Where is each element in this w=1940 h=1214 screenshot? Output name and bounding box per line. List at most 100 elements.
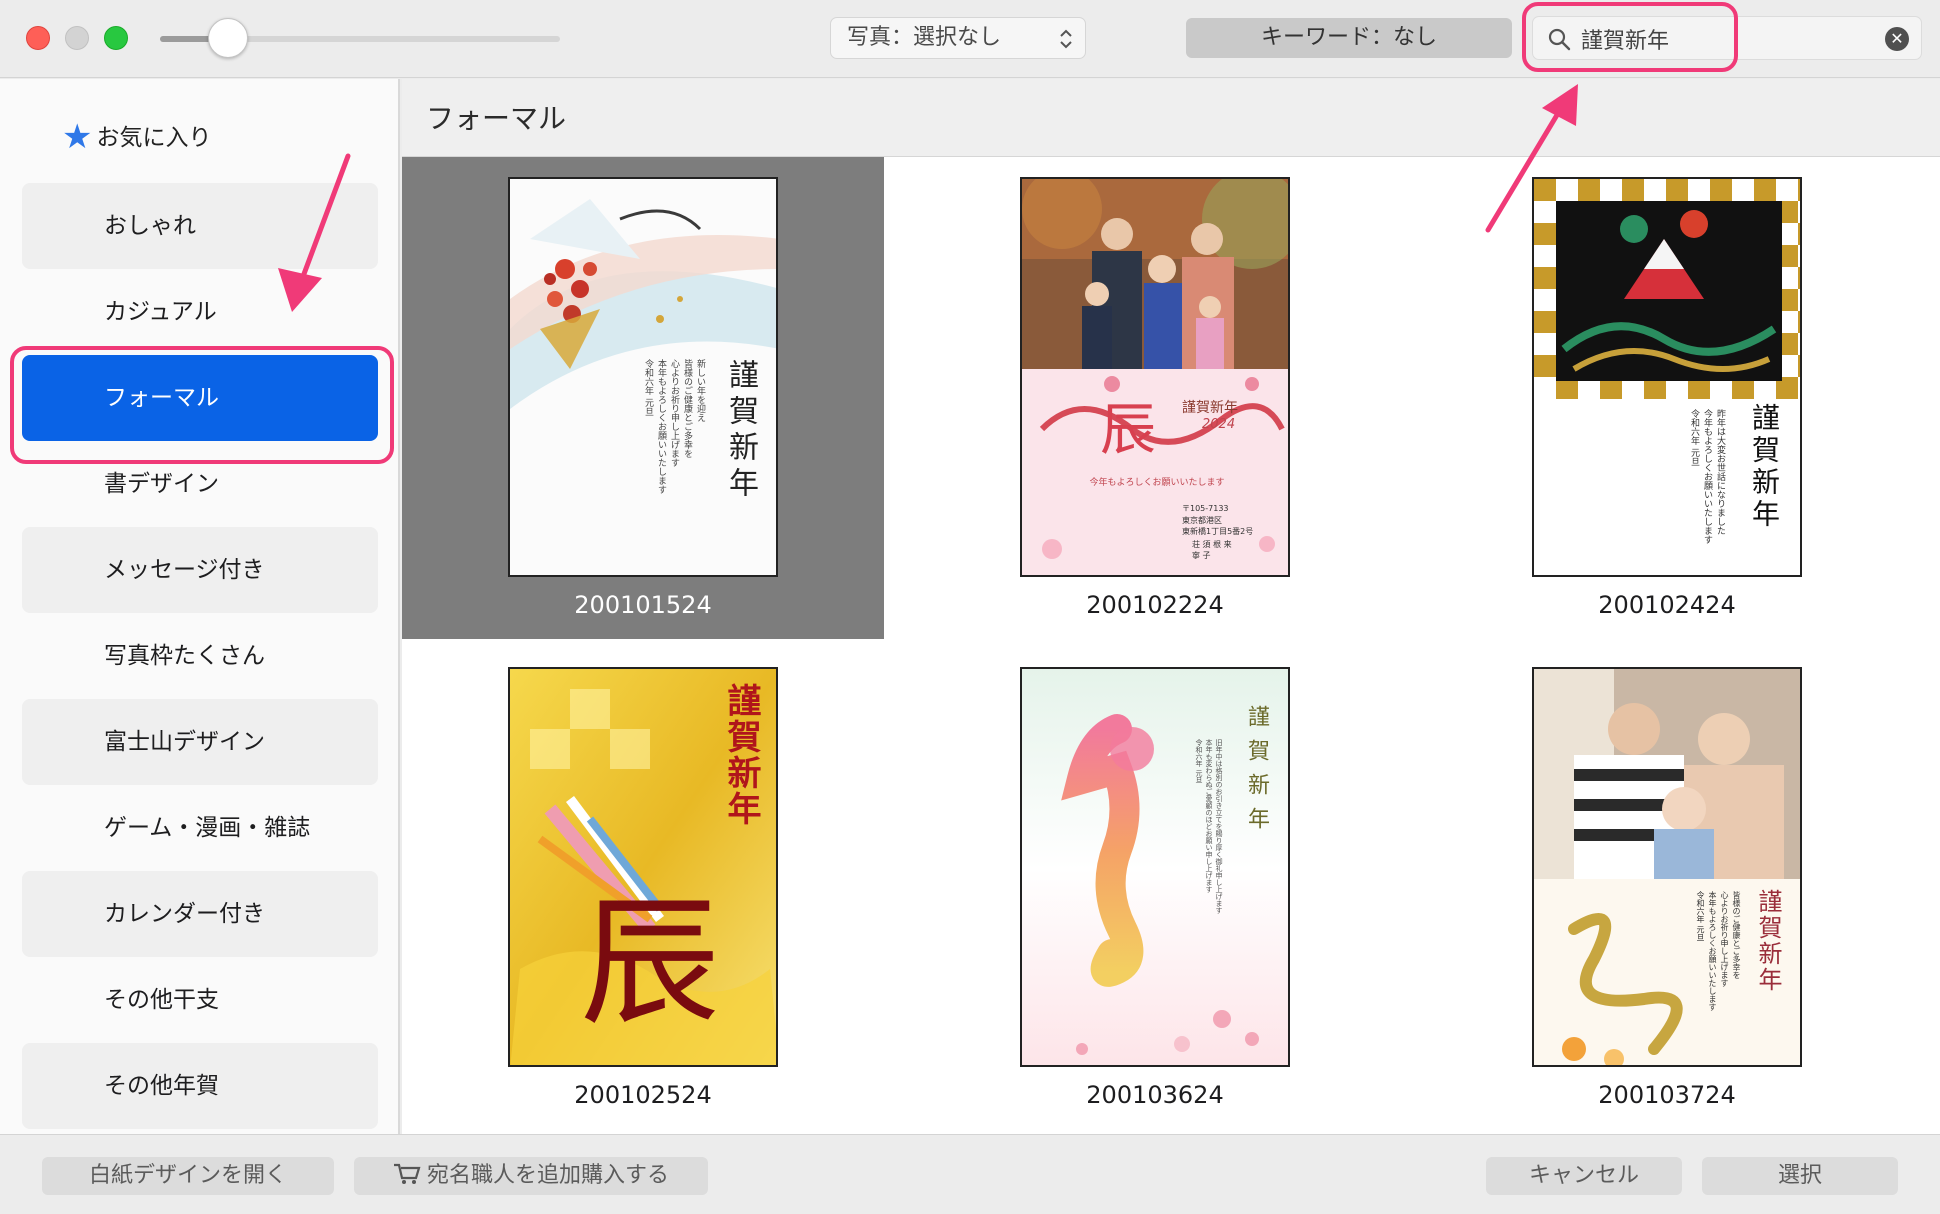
sidebar-item-label: その他年賀: [104, 1073, 219, 1099]
sidebar-item-label: ゲーム・漫画・雑誌: [104, 815, 311, 841]
design-thumbnail: 謹賀新年 皆様のご健康とご多幸を 心よりお祈り申し上げます 本年もよろしくお願い…: [1532, 667, 1802, 1067]
sidebar-item-oshare[interactable]: おしゃれ: [22, 183, 378, 269]
sidebar-item-other-newyear[interactable]: その他年賀: [22, 1043, 378, 1129]
star-icon: ★: [62, 117, 93, 157]
checker-square: [1534, 355, 1556, 377]
design-id: 200102524: [574, 1081, 712, 1109]
card-greeting: 謹賀新年: [1182, 400, 1238, 416]
search-input[interactable]: [1581, 23, 1861, 55]
design-tile[interactable]: 謹賀新年 新しい年を迎え 皆様のご健康とご多幸を 心よりお祈り申し上げます 本年…: [402, 157, 884, 639]
design-thumbnail: 謹賀新年 旧年中は格別のお引き立てを賜り厚く御礼申し上げます 本年も変わらぬご愛…: [1020, 667, 1290, 1067]
keyword-filter-button[interactable]: キーワード：なし: [1186, 18, 1512, 58]
design-tile[interactable]: 謹賀新年 昨年は大変お世話になりました 今年もよろしくお願いいたします 令和六年…: [1426, 157, 1908, 639]
design-id: 200101524: [574, 591, 712, 619]
sidebar-item-label: メッセージ付き: [104, 557, 265, 583]
search-field[interactable]: ✕: [1532, 16, 1922, 60]
search-icon: [1548, 28, 1571, 51]
photo-filter-value: 写真：選択なし: [847, 25, 1002, 50]
sidebar-item-label: カジュアル: [104, 299, 217, 325]
category-header: フォーマル: [402, 79, 1940, 157]
sidebar-item-label: フォーマル: [104, 385, 219, 411]
card-message: 新しい年を迎え 皆様のご健康とご多幸を 心よりお祈り申し上げます 本年もよろしく…: [643, 359, 705, 494]
card-greeting: 謹賀新年: [1244, 705, 1269, 841]
card-artwork: [1534, 669, 1800, 1065]
checker-square: [1534, 223, 1556, 245]
checker-square: [1710, 179, 1732, 201]
sidebar-favorites[interactable]: ★ お気に入り: [62, 117, 211, 157]
sidebar-item-other-zodiac[interactable]: その他干支: [22, 957, 378, 1043]
design-id: 200103624: [1086, 1081, 1224, 1109]
select-button[interactable]: 選択: [1702, 1157, 1898, 1195]
card-greeting: 謹賀新年: [1748, 403, 1781, 531]
sidebar-item-casual[interactable]: カジュアル: [22, 269, 378, 355]
checker-square: [1798, 355, 1800, 377]
sidebar-item-label: その他干支: [104, 987, 219, 1013]
sidebar-item-game-manga[interactable]: ゲーム・漫画・雑誌: [22, 785, 378, 871]
card-names: 荘 須 根 来 寧 子: [1192, 540, 1232, 560]
sidebar-item-label: カレンダー付き: [104, 901, 265, 927]
sidebar-item-label: 書デザイン: [104, 471, 219, 497]
card-address: 東京都港区 東新橋1丁目5番2号: [1182, 516, 1254, 536]
design-tile[interactable]: 謹賀新年 皆様のご健康とご多幸を 心よりお祈り申し上げます 本年もよろしくお願い…: [1426, 647, 1908, 1129]
favorites-label: お気に入り: [96, 125, 212, 151]
card-year: 2024: [1202, 417, 1236, 432]
design-thumbnail: 謹賀新年 新しい年を迎え 皆様のご健康とご多幸を 心よりお祈り申し上げます 本年…: [508, 177, 778, 577]
checker-square: [1798, 267, 1800, 289]
sidebar-item-calligraphy[interactable]: 書デザイン: [22, 441, 378, 527]
card-message: 旧年中は格別のお引き立てを賜り厚く御礼申し上げます 本年も変わらぬご愛顧のほどお…: [1195, 739, 1223, 914]
design-grid: 謹賀新年 新しい年を迎え 皆様のご健康とご多幸を 心よりお祈り申し上げます 本年…: [402, 157, 1940, 1134]
checker-square: [1534, 311, 1556, 333]
card-message: 皆様のご健康とご多幸を 心よりお祈り申し上げます 本年もよろしくお願いいたします…: [1696, 891, 1741, 1011]
toolbar: 写真：選択なし キーワード：なし ✕: [0, 0, 1940, 78]
open-blank-design-button[interactable]: 白紙デザインを開く: [42, 1157, 334, 1195]
design-thumbnail: 辰 謹賀新年 2024 今年もよろしくお願いいたします 〒105-7133 東京…: [1020, 177, 1290, 577]
checker-square: [1666, 179, 1688, 201]
window-minimize-button[interactable]: [65, 26, 89, 50]
sidebar-item-photo-frames[interactable]: 写真枠たくさん: [22, 613, 378, 699]
checker-square: [1622, 179, 1644, 201]
card-line: 今年もよろしくお願いいたします: [1089, 478, 1225, 488]
chevron-updown-icon: [1059, 18, 1073, 57]
slider-knob[interactable]: [208, 18, 248, 58]
checker-square: [1534, 179, 1556, 201]
checker-square: [1754, 179, 1776, 201]
sidebar-item-calendar[interactable]: カレンダー付き: [22, 871, 378, 957]
design-id: 200102224: [1086, 591, 1224, 619]
design-tile[interactable]: 辰 謹賀新年 200102524: [402, 647, 884, 1129]
sidebar-item-label: おしゃれ: [104, 213, 196, 239]
checker-square: [1798, 311, 1800, 333]
category-sidebar: ★ お気に入り おしゃれ カジュアル フォーマル 書デザイン メッセージ付き 写真…: [0, 79, 400, 1134]
card-message: 昨年は大変お世話になりました 今年もよろしくお願いいたします 令和六年 元旦: [1689, 409, 1725, 544]
design-browser: フォーマル 謹賀新年 新しい年を迎え 皆様のご健康とご多幸を 心よりお祈り申し上…: [402, 79, 1940, 1134]
design-thumbnail: 辰 謹賀新年: [508, 667, 778, 1067]
clear-search-icon[interactable]: ✕: [1885, 27, 1909, 51]
window-close-button[interactable]: [26, 26, 50, 50]
card-dragon-kanji: 辰: [580, 882, 721, 1045]
bottom-bar: 白紙デザインを開く 宛名職人を追加購入する キャンセル 選択: [0, 1134, 1940, 1214]
design-tile[interactable]: 謹賀新年 旧年中は格別のお引き立てを賜り厚く御礼申し上げます 本年も変わらぬご愛…: [914, 647, 1396, 1129]
card-greeting: 謹賀新年: [723, 359, 758, 503]
checker-square: [1798, 223, 1800, 245]
design-id: 200103724: [1598, 1081, 1736, 1109]
cart-icon: [393, 1163, 421, 1184]
buy-license-label: 宛名職人を追加購入する: [426, 1163, 669, 1188]
cancel-button[interactable]: キャンセル: [1486, 1157, 1682, 1195]
photo-filter-select[interactable]: 写真：選択なし: [830, 17, 1086, 59]
checker-square: [1534, 267, 1556, 289]
card-dragon-kanji: 辰: [1100, 398, 1156, 463]
sidebar-item-message[interactable]: メッセージ付き: [22, 527, 378, 613]
sidebar-item-label: 富士山デザイン: [104, 729, 265, 755]
design-tile[interactable]: 辰 謹賀新年 2024 今年もよろしくお願いいたします 〒105-7133 東京…: [914, 157, 1396, 639]
card-zip: 〒105-7133: [1182, 504, 1229, 513]
design-id: 200102424: [1598, 591, 1736, 619]
checker-square: [1798, 179, 1800, 201]
sidebar-item-label: 写真枠たくさん: [104, 643, 265, 669]
category-title: フォーマル: [426, 102, 567, 135]
design-thumbnail: 謹賀新年 昨年は大変お世話になりました 今年もよろしくお願いいたします 令和六年…: [1532, 177, 1802, 577]
card-greeting: 謹賀新年: [1754, 889, 1782, 993]
window-zoom-button[interactable]: [104, 26, 128, 50]
sidebar-item-mt-fuji[interactable]: 富士山デザイン: [22, 699, 378, 785]
buy-license-button[interactable]: 宛名職人を追加購入する: [354, 1157, 708, 1195]
sidebar-item-formal[interactable]: フォーマル: [22, 355, 378, 441]
app-window: 写真：選択なし キーワード：なし ✕ ★お気に入り おしゃれ カジュアル フォー…: [0, 0, 1940, 1214]
